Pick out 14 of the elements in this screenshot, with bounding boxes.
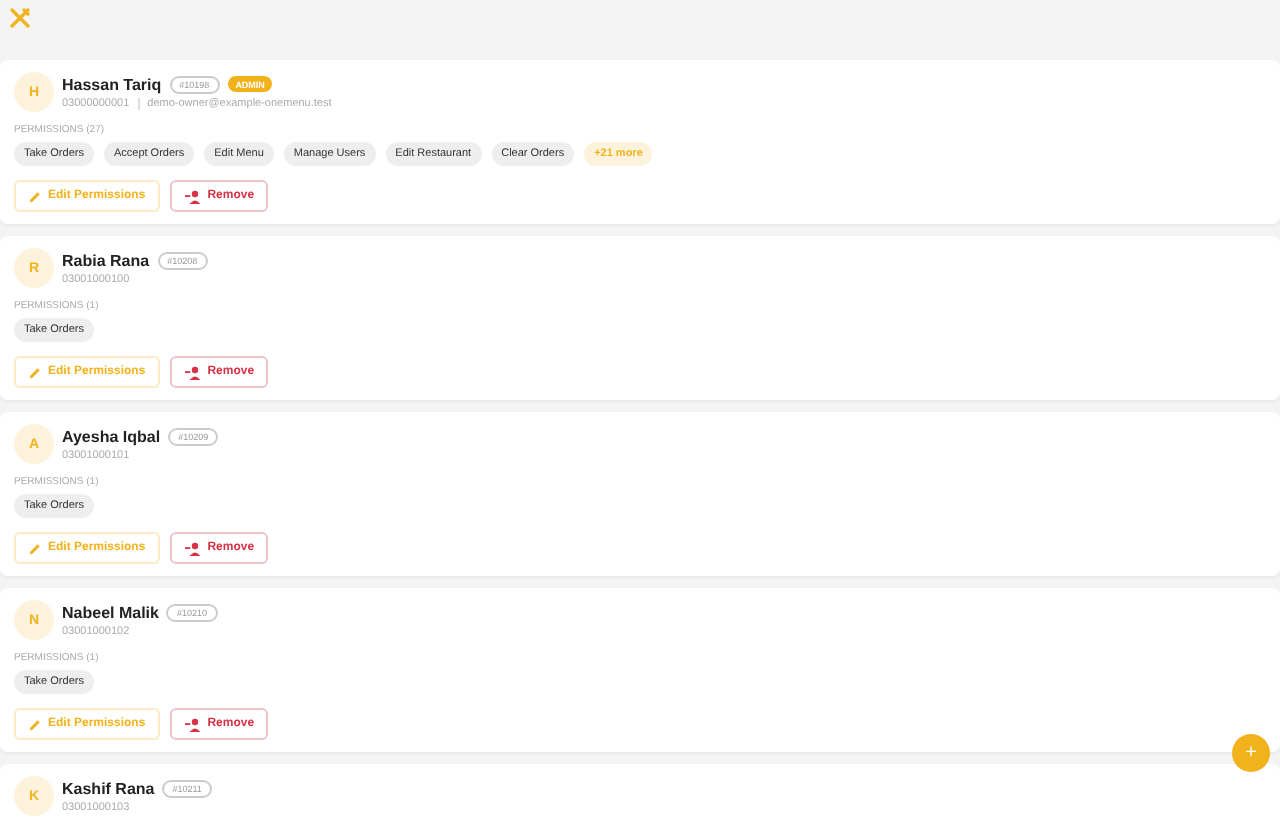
user-minus-icon xyxy=(183,365,202,379)
user-name: Rabia Rana xyxy=(62,251,150,269)
user-minus-icon xyxy=(183,189,202,203)
pencil-icon xyxy=(28,365,42,379)
pencil-icon xyxy=(28,717,42,731)
pencil-icon xyxy=(28,541,42,555)
user-minus-icon xyxy=(183,717,202,731)
user-name: Kashif Rana xyxy=(62,779,155,797)
user-name: Ayesha Iqbal xyxy=(62,427,161,445)
pencil-icon xyxy=(28,189,42,203)
user-name: Nabeel Malik xyxy=(62,603,159,621)
user-minus-icon xyxy=(183,541,202,555)
user-name: Hassan Tariq xyxy=(62,75,162,93)
utensils-icon xyxy=(10,8,30,28)
